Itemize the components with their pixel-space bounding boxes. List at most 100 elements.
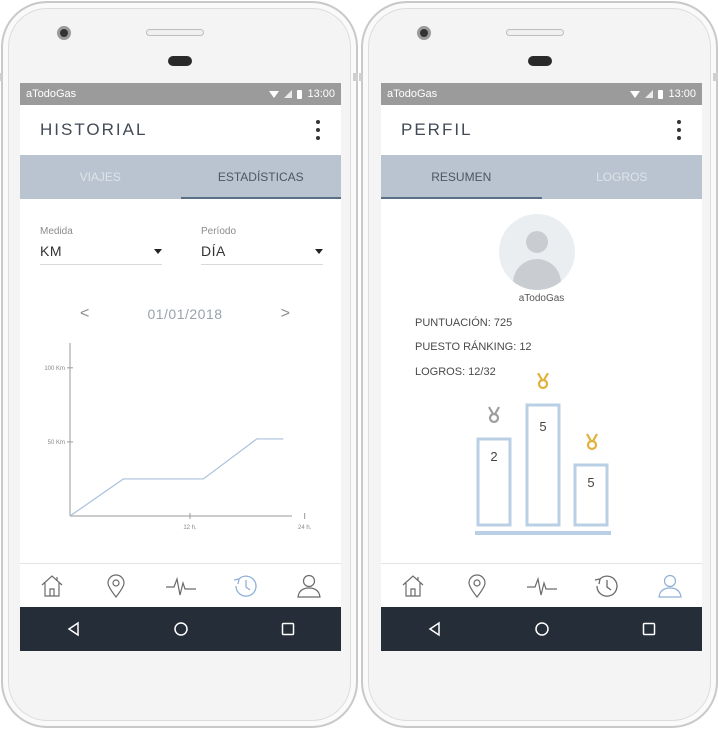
earpiece: [528, 56, 552, 66]
page-title: PERFIL: [401, 120, 473, 139]
avatar: [499, 214, 575, 290]
tab-resumen[interactable]: RESUMEN: [381, 155, 542, 199]
score-text: PUNTUACIÓN: 725: [415, 317, 513, 329]
podium-number: 2: [490, 449, 497, 464]
nav-location[interactable]: [445, 564, 509, 607]
system-recents-button[interactable]: [635, 615, 663, 643]
period-select[interactable]: Período DÍA: [201, 226, 323, 265]
period-value: DÍA: [201, 243, 226, 259]
silver-medal-icon: [488, 406, 500, 424]
nav-home[interactable]: [381, 564, 445, 607]
x-tick-label: 12 h.: [183, 525, 197, 531]
page-title: HISTORIAL: [40, 120, 148, 139]
x-tick-label: 24 h.: [298, 525, 312, 531]
screen-historial: aTodoGas 13:00 HISTORIAL VIAJES ESTADÍST…: [20, 83, 341, 651]
side-button: [353, 73, 358, 81]
activity-pulse-icon: [165, 576, 196, 595]
status-app-name: aTodoGas: [26, 88, 77, 100]
front-camera: [57, 26, 71, 40]
ranking-text: PUESTO RÁNKING: 12: [415, 341, 532, 353]
nav-history[interactable]: [213, 564, 277, 607]
system-navigation-bar: [20, 607, 341, 651]
bottom-navigation: [20, 563, 341, 607]
profile-user-icon: [658, 574, 682, 598]
measure-label: Medida: [40, 226, 73, 237]
nav-location[interactable]: [84, 564, 148, 607]
earpiece: [168, 56, 192, 66]
status-bar: aTodoGas 13:00: [381, 83, 702, 105]
tab-bar: RESUMEN LOGROS: [381, 155, 702, 199]
nav-activity[interactable]: [148, 564, 212, 607]
home-icon: [402, 574, 424, 597]
y-tick-label: 50 Km: [48, 440, 65, 446]
side-button: [359, 73, 362, 81]
wifi-icon: [630, 90, 641, 98]
system-back-button[interactable]: [421, 615, 449, 643]
system-home-button[interactable]: [167, 615, 195, 643]
app-bar: HISTORIAL: [20, 105, 341, 155]
podium-number: 5: [539, 419, 546, 434]
tab-bar: VIAJES ESTADÍSTICAS: [20, 155, 341, 199]
speaker-grille: [506, 29, 564, 36]
home-icon: [41, 574, 63, 597]
bottom-navigation: [381, 563, 702, 607]
podium-graphic: 2 5 5: [475, 373, 611, 535]
tab-estadisticas[interactable]: ESTADÍSTICAS: [180, 155, 342, 199]
overflow-menu-icon[interactable]: [315, 120, 321, 140]
activity-pulse-icon: [526, 576, 557, 595]
series-line: [69, 438, 284, 517]
recents-square-icon: [281, 622, 294, 636]
podium-block-right: [573, 463, 609, 527]
history-clock-icon: [233, 574, 257, 597]
prev-date-button[interactable]: <: [80, 305, 89, 323]
tab-viajes[interactable]: VIAJES: [20, 155, 181, 199]
wifi-icon: [269, 90, 280, 98]
system-back-button[interactable]: [60, 615, 88, 643]
current-date: 01/01/2018: [147, 306, 223, 322]
app-bar: PERFIL: [381, 105, 702, 155]
measure-value: KM: [40, 243, 62, 259]
screen-perfil: aTodoGas 13:00 PERFIL RESUMEN LOGROS aTo…: [381, 83, 702, 651]
system-navigation-bar: [381, 607, 702, 651]
measure-select[interactable]: Medida KM: [40, 226, 162, 265]
back-icon: [67, 621, 79, 637]
system-home-button[interactable]: [528, 615, 556, 643]
status-app-name: aTodoGas: [387, 88, 438, 100]
home-circle-icon: [534, 622, 549, 636]
phone-frame-left: aTodoGas 13:00 HISTORIAL VIAJES ESTADÍST…: [0, 1, 358, 728]
phone-frame-right: aTodoGas 13:00 PERFIL RESUMEN LOGROS aTo…: [359, 1, 718, 728]
gold-medal-icon: [537, 373, 549, 390]
overflow-menu-icon[interactable]: [676, 120, 682, 140]
nav-activity[interactable]: [509, 564, 573, 607]
side-button: [0, 73, 2, 81]
home-circle-icon: [173, 622, 188, 636]
nav-history[interactable]: [574, 564, 638, 607]
signal-icon: [284, 90, 293, 98]
dropdown-arrow-icon: [154, 248, 162, 254]
history-clock-icon: [594, 574, 618, 597]
signal-icon: [645, 90, 654, 98]
next-date-button[interactable]: >: [281, 305, 290, 323]
status-time: 13:00: [668, 88, 696, 100]
profile-user-icon: [297, 574, 321, 598]
dropdown-arrow-icon: [315, 248, 323, 254]
tab-logros[interactable]: LOGROS: [542, 155, 703, 199]
status-time: 13:00: [307, 88, 335, 100]
location-pin-icon: [468, 573, 486, 598]
recents-square-icon: [642, 622, 655, 636]
podium-number: 5: [587, 475, 594, 490]
distance-line-chart: 50 Km 100 Km 12 h. 24 h.: [44, 343, 312, 531]
location-pin-icon: [107, 573, 125, 598]
nav-profile[interactable]: [277, 564, 341, 607]
system-recents-button[interactable]: [274, 615, 302, 643]
speaker-grille: [146, 29, 204, 36]
nav-home[interactable]: [20, 564, 84, 607]
battery-icon: [297, 89, 303, 99]
y-tick-label: 100 Km: [44, 366, 65, 372]
username: aTodoGas: [518, 293, 565, 304]
status-bar: aTodoGas 13:00: [20, 83, 341, 105]
nav-profile[interactable]: [638, 564, 702, 607]
period-label: Período: [201, 226, 237, 237]
battery-icon: [658, 89, 664, 99]
front-camera: [417, 26, 431, 40]
